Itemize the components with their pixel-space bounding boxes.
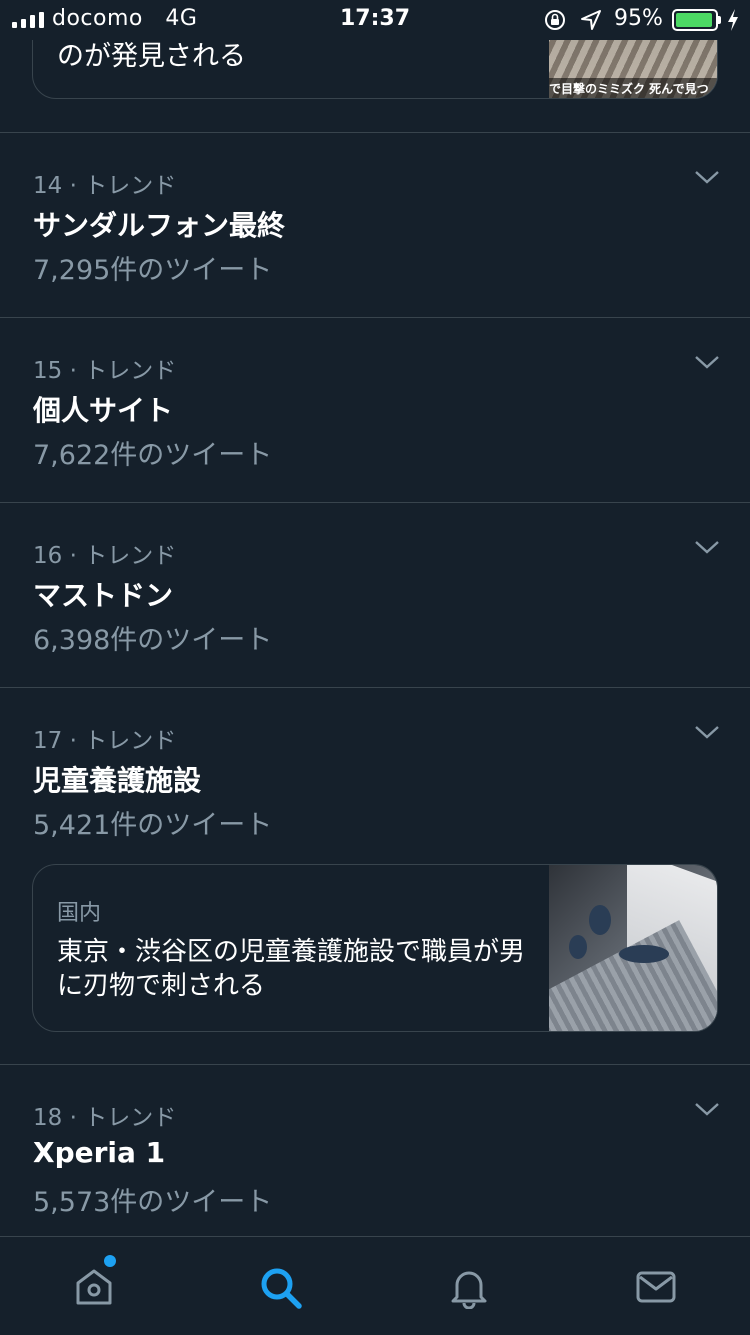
- battery-tip: [718, 16, 721, 24]
- news-card[interactable]: 国内 東京・渋谷区の児童養護施設で職員が男に刃物で刺される: [32, 864, 718, 1032]
- tab-bar: [0, 1236, 750, 1335]
- rotation-lock-icon: [545, 10, 565, 30]
- trend-meta: 16 · トレンド: [33, 543, 177, 569]
- trend-meta: 17 · トレンド: [33, 728, 177, 754]
- battery-level-fill: [676, 13, 713, 27]
- tab-notifications[interactable]: [375, 1237, 562, 1335]
- top-news-image-caption: で目撃のミミズク 死んで見つ: [549, 78, 717, 98]
- trend-name: Xperia 1: [33, 1136, 166, 1169]
- battery-icon: [672, 9, 718, 31]
- trend-name: 個人サイト: [33, 394, 174, 427]
- location-arrow-icon: [581, 10, 601, 30]
- trend-tweet-count: 5,573件のツイート: [33, 1187, 273, 1218]
- search-icon: [261, 1268, 302, 1309]
- trend-name: 児童養護施設: [33, 764, 202, 797]
- news-headline: 東京・渋谷区の児童養護施設で職員が男に刃物で刺される: [57, 937, 526, 1001]
- trend-tweet-count: 7,295件のツイート: [33, 255, 273, 286]
- tab-search[interactable]: [187, 1237, 374, 1335]
- trend-tweet-count: 6,398件のツイート: [33, 625, 273, 656]
- trend-item-18[interactable]: 18 · トレンド Xperia 1 5,573件のツイート: [0, 1098, 750, 1218]
- battery-percent: 95%: [614, 6, 663, 31]
- news-category: 国内: [57, 901, 102, 926]
- trend-name: サンダルフォン最終: [33, 209, 286, 242]
- divider: [0, 1064, 750, 1065]
- trend-item-16[interactable]: 16 · トレンド マストドン 6,398件のツイート: [0, 536, 750, 656]
- trend-item-14[interactable]: 14 · トレンド サンダルフォン最終 7,295件のツイート: [0, 166, 750, 286]
- chevron-down-icon[interactable]: [694, 1100, 720, 1118]
- charging-bolt-icon: [728, 9, 738, 31]
- trend-tweet-count: 5,421件のツイート: [33, 810, 273, 841]
- trend-meta: 15 · トレンド: [33, 358, 177, 384]
- trend-item-15[interactable]: 15 · トレンド 個人サイト 7,622件のツイート: [0, 351, 750, 471]
- tab-messages[interactable]: [562, 1237, 749, 1335]
- trend-meta: 14 · トレンド: [33, 173, 177, 199]
- divider: [0, 687, 750, 688]
- chevron-down-icon[interactable]: [694, 538, 720, 556]
- divider: [0, 317, 750, 318]
- bell-icon: [451, 1271, 486, 1309]
- tab-home[interactable]: [0, 1237, 187, 1335]
- trend-item-17[interactable]: 17 · トレンド 児童養護施設 5,421件のツイート: [0, 721, 750, 841]
- trend-tweet-count: 7,622件のツイート: [33, 440, 273, 471]
- divider: [0, 132, 750, 133]
- divider: [0, 502, 750, 503]
- trend-meta: 18 · トレンド: [33, 1105, 177, 1131]
- chevron-down-icon[interactable]: [694, 353, 720, 371]
- chevron-down-icon[interactable]: [694, 168, 720, 186]
- trend-name: マストドン: [33, 579, 174, 612]
- mail-icon: [636, 1271, 675, 1303]
- home-icon: [76, 1269, 111, 1305]
- chevron-down-icon[interactable]: [694, 723, 720, 741]
- news-image: [549, 865, 717, 1031]
- status-bar: docomo 4G 17:37 95%: [0, 0, 750, 40]
- notification-dot: [104, 1255, 116, 1267]
